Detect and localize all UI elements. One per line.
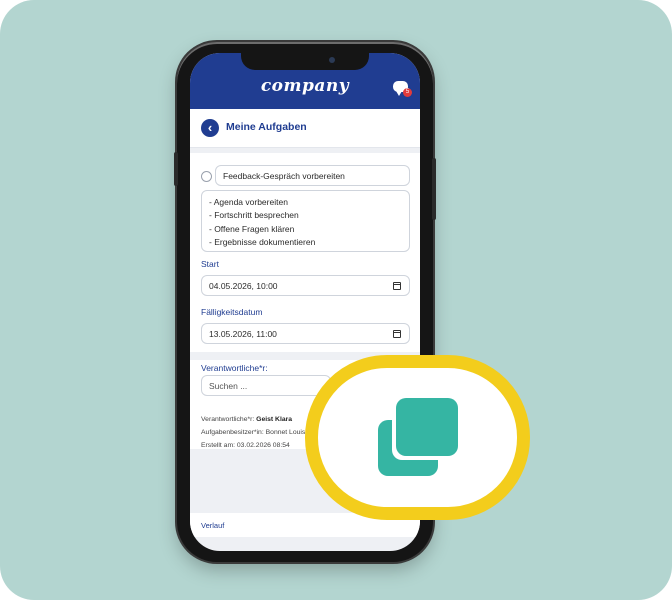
calendar-icon[interactable]: [393, 330, 401, 338]
description-line: - Agenda vorbereiten: [209, 197, 288, 207]
meta-responsible: Verantwortliche*r: Geist Klara: [201, 416, 292, 423]
due-date-input[interactable]: 13.05.2026, 11:00: [201, 323, 410, 344]
meta-created-value: 03.02.2026 08:54: [236, 442, 290, 449]
start-label: Start: [201, 259, 219, 269]
notification-badge: 5: [403, 88, 412, 97]
meta-owner-label: Aufgabenbesitzer*in:: [201, 429, 264, 436]
description-line: - Offene Fragen klären: [209, 223, 295, 234]
back-arrow-icon[interactable]: ‹: [201, 119, 219, 137]
page-title: Meine Aufgaben: [226, 121, 307, 133]
copy-duplicate-icon: [396, 398, 458, 456]
task-complete-radio[interactable]: [201, 171, 212, 182]
description-line: - Fortschritt besprechen: [209, 210, 299, 221]
page-header: ‹ Meine Aufgaben: [190, 109, 420, 148]
background-card: company 5 ‹ Meine Aufgaben Feedback-Gesp…: [0, 0, 672, 600]
start-date-input[interactable]: 04.05.2026, 10:00: [201, 275, 410, 296]
start-date-value: 04.05.2026, 10:00: [209, 281, 278, 291]
responsible-label: Verantwortliche*r:: [201, 363, 268, 373]
meta-created-label: Erstellt am:: [201, 442, 235, 449]
meta-responsible-label: Verantwortliche*r:: [201, 416, 255, 423]
description-line: - Ergebnisse dokumentieren: [209, 237, 316, 248]
phone-notch: [241, 53, 369, 70]
calendar-icon[interactable]: [393, 282, 401, 290]
meta-owner: Aufgabenbesitzer*in: Bonnet Louise: [201, 429, 309, 436]
brand-logo: company: [260, 76, 350, 96]
history-link[interactable]: Verlauf: [201, 521, 224, 530]
meta-owner-name: Bonnet Louise: [265, 429, 310, 436]
meta-created: Erstellt am: 03.02.2026 08:54: [201, 442, 290, 449]
task-title-input[interactable]: Feedback-Gespräch vorbereiten: [215, 165, 410, 186]
responsible-search-input[interactable]: Suchen ...: [201, 375, 331, 396]
camera: [329, 57, 335, 63]
phone-side-button: [432, 158, 436, 220]
due-date-label: Fälligkeitsdatum: [201, 307, 263, 317]
chat-button[interactable]: 5: [393, 81, 412, 97]
phone-side-button: [174, 152, 178, 186]
task-description-textarea[interactable]: - Agenda vorbereiten - Fortschritt bespr…: [201, 190, 410, 252]
meta-responsible-name: Geist Klara: [256, 416, 293, 423]
due-date-value: 13.05.2026, 11:00: [209, 329, 277, 339]
